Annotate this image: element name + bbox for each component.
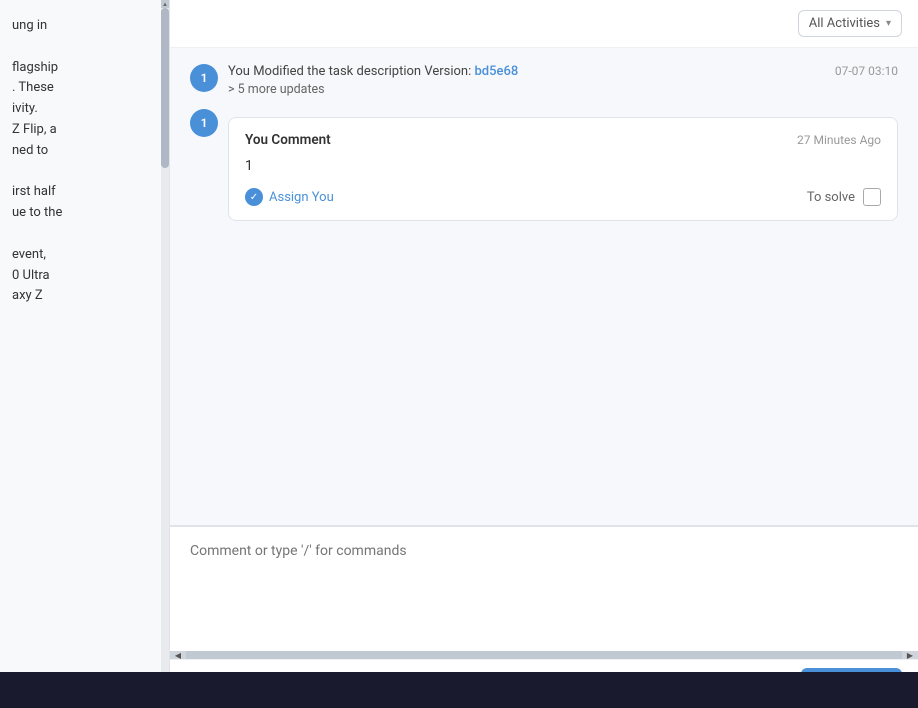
activity-feed: 1 You Modified the task description Vers… <box>170 48 918 525</box>
comment-footer: ✓ Assign You To solve <box>245 188 881 206</box>
scrollbar-up-arrow[interactable]: ▲ <box>161 0 169 8</box>
comment-textarea[interactable] <box>170 527 918 647</box>
activity-item-1: 1 You Modified the task description Vers… <box>190 64 898 97</box>
left-panel: ung in flagship . These ivity. Z Flip, a… <box>0 0 170 708</box>
left-panel-content: ung in flagship . These ivity. Z Flip, a… <box>0 0 169 708</box>
avatar-1: 1 <box>190 64 218 92</box>
h-scrollbar-left-arrow[interactable]: ◀ <box>170 651 186 659</box>
left-text-6: ned to <box>12 143 48 158</box>
horizontal-scrollbar-track[interactable]: ◀ ▶ <box>170 651 918 659</box>
avatar-2: 1 <box>190 109 218 137</box>
left-text-4: ivity. <box>12 101 38 116</box>
to-solve-area: To solve <box>807 188 881 206</box>
vertical-scrollbar-track[interactable]: ▲ ▼ <box>161 0 169 708</box>
bottom-bar <box>0 672 918 708</box>
activity-body-1: You Modified the task description Versio… <box>228 64 898 97</box>
to-solve-label: To solve <box>807 190 855 205</box>
comment-card: You Comment 27 Minutes Ago 1 ✓ Assign Yo… <box>228 117 898 221</box>
h-scrollbar-right-arrow[interactable]: ▶ <box>902 651 918 659</box>
assign-you-button[interactable]: ✓ Assign You <box>245 188 334 206</box>
top-bar: All Activities ▾ <box>170 0 918 48</box>
all-activities-label: All Activities <box>809 16 880 31</box>
chevron-down-icon: ▾ <box>886 18 891 29</box>
activity-timestamp-1: 07-07 03:10 <box>835 64 898 78</box>
assign-you-label: Assign You <box>269 190 334 205</box>
left-text-11: axy Z <box>12 288 43 303</box>
activity-main-line-1: You Modified the task description Versio… <box>228 64 898 79</box>
to-solve-checkbox[interactable] <box>863 188 881 206</box>
activity-text-1: You Modified the task description Versio… <box>228 64 518 79</box>
right-panel: All Activities ▾ 1 You Modified the task… <box>170 0 918 708</box>
assign-checkmark-icon: ✓ <box>245 188 263 206</box>
left-text-1: ung in <box>12 18 47 33</box>
left-text-7: irst half <box>12 184 56 199</box>
comment-header: You Comment 27 Minutes Ago <box>245 132 881 148</box>
activity-more-updates[interactable]: > 5 more updates <box>228 82 898 97</box>
left-text-3: . These <box>12 80 54 95</box>
activity-version-link[interactable]: bd5e68 <box>474 64 518 79</box>
comment-body-text: 1 <box>245 158 881 174</box>
comment-time: 27 Minutes Ago <box>797 133 881 147</box>
comment-title: You Comment <box>245 132 331 148</box>
left-text-9: event, <box>12 247 46 262</box>
scrollbar-thumb[interactable] <box>161 8 169 168</box>
activity-body-2: You Comment 27 Minutes Ago 1 ✓ Assign Yo… <box>228 109 898 221</box>
left-text-5: Z Flip, a <box>12 122 57 137</box>
left-text-8: ue to the <box>12 205 62 220</box>
all-activities-dropdown[interactable]: All Activities ▾ <box>798 10 902 37</box>
left-text-10: 0 Ultra <box>12 268 50 283</box>
left-text-2: flagship <box>12 60 58 75</box>
h-scrollbar-thumb[interactable] <box>186 651 902 659</box>
activity-item-2: 1 You Comment 27 Minutes Ago 1 ✓ Assign … <box>190 109 898 221</box>
